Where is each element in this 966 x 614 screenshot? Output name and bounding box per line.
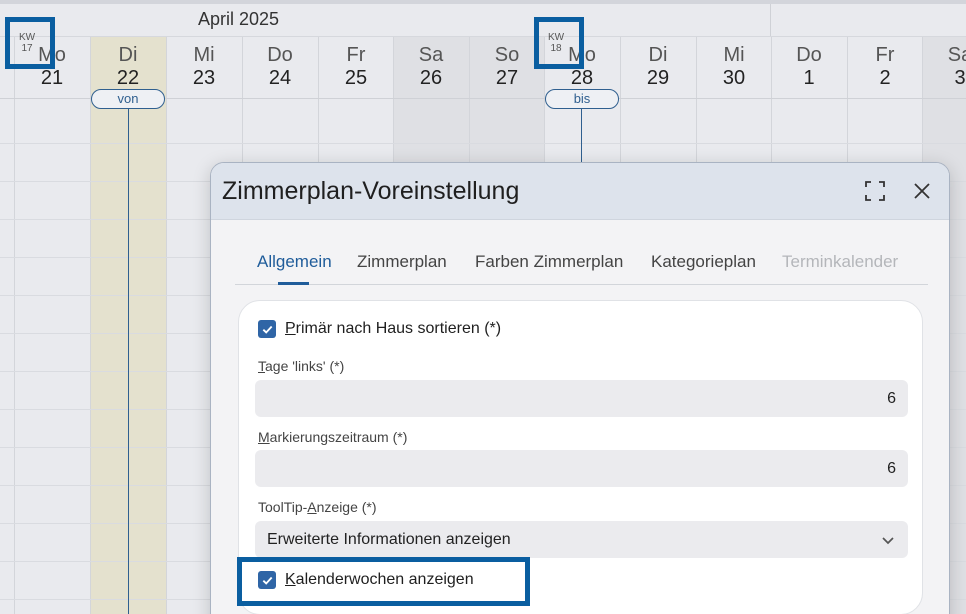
calendar-week-badge-17: KW 17 [5,17,55,69]
day-number: 28 [570,67,594,89]
day-number: 27 [495,67,519,89]
calendar-week-label: KW [18,32,36,43]
day-number: 22 [116,67,140,89]
room-row-divider [0,143,966,144]
day-header: Fr 2 [847,44,923,90]
day-name: Do [267,44,293,66]
days-left-input[interactable]: 6 [255,380,908,417]
tooltip-label: ToolTip-Anzeige (*) [258,499,377,515]
tab-terminkalender: Terminkalender [782,252,899,271]
label-text: arkierungszeitraum (*) [269,429,408,445]
calendar-week-text: KW 18 [545,32,567,54]
days-left-value: 6 [887,389,896,407]
day-number: 24 [268,67,292,89]
highlight-frame [237,557,530,606]
label-text: rimär nach Haus sortieren (*) [295,320,502,337]
tab-zimmerplan[interactable]: Zimmerplan [357,252,447,272]
month-row: April 2025 [0,4,966,36]
day-header: Mi 23 [166,44,242,90]
accesskey-letter: P [285,320,296,337]
day-number: 3 [954,67,966,89]
day-header: Di 29 [620,44,696,90]
maximize-button[interactable] [861,177,889,205]
tooltip-selected-value: Erweiterte Informationen anzeigen [267,530,511,548]
checkbox-checked[interactable] [258,320,276,338]
days-left-label: Tage 'links' (*) [258,358,344,374]
range-end-marker[interactable]: bis [545,89,619,109]
active-tab-indicator [278,282,309,285]
close-button[interactable] [908,177,936,205]
day-header: Do 24 [242,44,318,90]
day-name: Do [796,44,822,66]
day-name: Mi [193,44,215,66]
calendar-week-text: KW 17 [16,32,38,54]
day-number: 21 [40,67,64,89]
month-divider [770,4,771,36]
day-header: Fr 25 [318,44,394,90]
day-number: 23 [192,67,216,89]
dialog-title: Zimmerplan-Voreinstellung [222,177,520,205]
tab-farben-zimmerplan[interactable]: Farben Zimmerplan [475,252,623,272]
chevron-down-icon [880,532,896,548]
mark-period-value: 6 [887,459,896,477]
range-start-line [128,108,129,614]
month-label: April 2025 [198,9,280,29]
day-name: Di [118,44,138,66]
sort-by-house-label: Primär nach Haus sortieren (*) [285,320,501,338]
day-column[interactable] [14,36,90,614]
day-name: Mi [723,44,745,66]
maximize-icon [865,181,885,201]
accesskey-letter: T [258,358,265,374]
range-end-line [581,108,582,168]
tooltip-select[interactable]: Erweiterte Informationen anzeigen [255,521,908,558]
accesskey-letter: M [258,429,270,445]
day-header: Di 22 [90,44,166,90]
checkmark-icon [262,325,272,334]
close-icon [914,183,930,199]
label-text: nzeige (*) [316,499,377,515]
day-header: Do 1 [771,44,847,90]
day-name: Di [648,44,668,66]
day-name: Sa [418,44,444,66]
day-header: Sa 26 [393,44,469,90]
day-name: Fr [875,44,895,66]
day-number: 29 [646,67,670,89]
day-header: Mi 30 [696,44,772,90]
day-number: 1 [803,67,815,89]
day-number: 26 [419,67,443,89]
day-number: 30 [722,67,746,89]
calendar-week-badge-18: KW 18 [534,17,584,69]
mark-period-label: Markierungszeitraum (*) [258,429,407,445]
preferences-dialog: Zimmerplan-Voreinstellung Allgemein Zimm… [210,162,950,614]
day-name: Fr [346,44,366,66]
tab-bar: Allgemein Zimmerplan Farben Zimmerplan K… [235,249,928,285]
accesskey-letter: A [307,499,317,515]
day-number: 25 [344,67,368,89]
label-text: age 'links' (*) [265,358,345,374]
day-name: Sa [947,44,966,66]
tab-allgemein[interactable]: Allgemein [257,252,332,272]
tab-kategorieplan[interactable]: Kategorieplan [651,252,756,272]
calendar-week-number: 17 [21,43,33,54]
label-prefix: ToolTip- [258,499,308,515]
day-header: Sa 3 [922,44,966,90]
mark-period-input[interactable]: 6 [255,450,908,487]
sort-by-house-checkbox[interactable]: Primär nach Haus sortieren (*) [258,317,501,341]
range-start-marker[interactable]: von [91,89,165,109]
calendar-week-number: 18 [550,43,562,54]
day-number: 2 [879,67,891,89]
dialog-header: Zimmerplan-Voreinstellung [211,163,949,220]
calendar-week-label: KW [547,32,565,43]
